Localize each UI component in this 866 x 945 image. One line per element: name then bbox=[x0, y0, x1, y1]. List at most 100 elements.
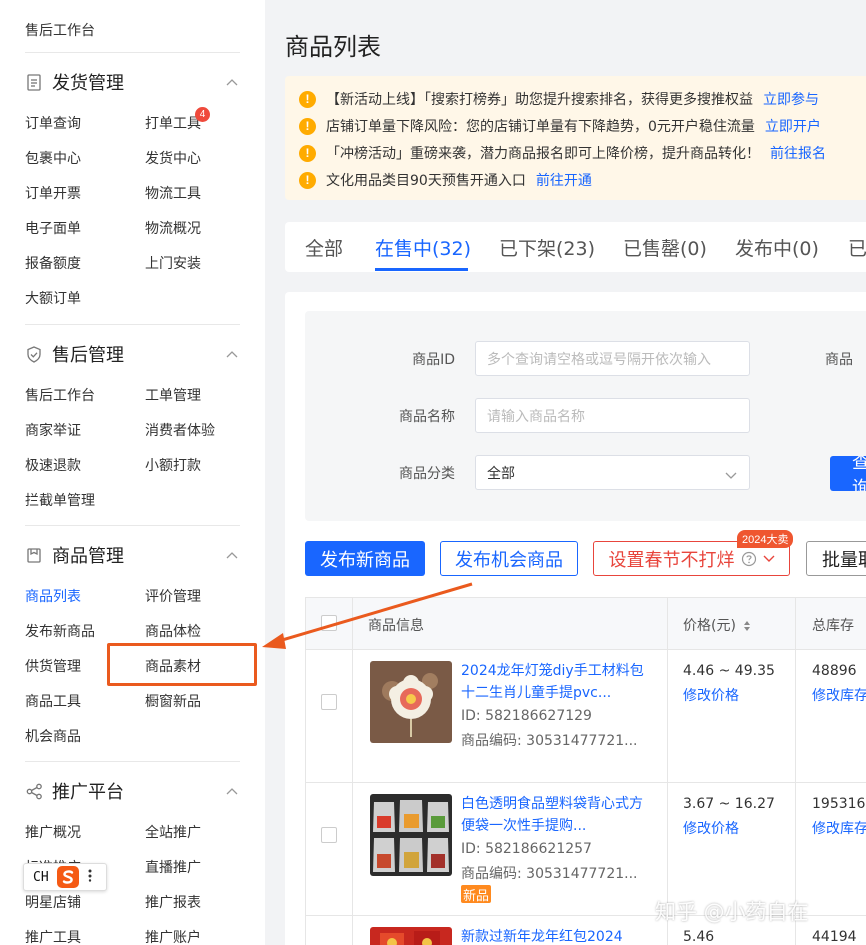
edit-price-link[interactable]: 修改价格 bbox=[683, 685, 739, 705]
ime-indicator[interactable]: CH bbox=[23, 863, 107, 891]
sidebar-item-promo-report[interactable]: 推广报表 bbox=[145, 892, 201, 912]
notice-link-enable[interactable]: 前往开通 bbox=[536, 170, 592, 190]
tab-on-sale[interactable]: 在售中(32) bbox=[375, 234, 471, 261]
batch-action-button[interactable]: 批量取 bbox=[806, 541, 866, 576]
sidebar: 售后工作台 发货管理 订单查询 打单工具 4 包裹中心 发货中心 订单开票 物流… bbox=[0, 0, 265, 945]
sidebar-item-promo-account[interactable]: 推广账户 bbox=[145, 927, 201, 945]
product-thumbnail-lantern[interactable] bbox=[370, 661, 452, 743]
sidebar-item-print-tool[interactable]: 打单工具 4 bbox=[145, 107, 210, 133]
notice-link-signup[interactable]: 前往报名 bbox=[770, 143, 826, 163]
product-name-link[interactable]: 新款过新年龙年红包2024 bbox=[461, 926, 646, 945]
sidebar-item-fast-refund[interactable]: 极速退款 bbox=[25, 455, 81, 475]
sogou-logo-icon bbox=[56, 866, 79, 888]
search-button[interactable]: 查询 bbox=[830, 456, 866, 491]
column-header-price[interactable]: 价格(元) bbox=[683, 615, 751, 635]
column-header-stock: 总库存 bbox=[812, 618, 854, 634]
chevron-up-icon[interactable] bbox=[224, 783, 240, 799]
sidebar-item-report-quota[interactable]: 报备额度 bbox=[25, 253, 81, 273]
product-stock: 48896 bbox=[812, 663, 857, 679]
filter-label-category: 商品分类 bbox=[399, 466, 455, 482]
section-header-shipping[interactable]: 发货管理 bbox=[25, 68, 240, 96]
product-code: 商品编码: 30531477721... bbox=[461, 866, 638, 882]
sidebar-item-product-list[interactable]: 商品列表 bbox=[25, 586, 81, 606]
sidebar-item-promo-tools[interactable]: 推广工具 bbox=[25, 927, 81, 945]
warning-icon: ! bbox=[299, 117, 316, 135]
tab-sold-out[interactable]: 已售罄(0) bbox=[623, 234, 707, 261]
product-thumbnail-bags[interactable] bbox=[370, 794, 452, 876]
sidebar-item-publish-product[interactable]: 发布新商品 bbox=[25, 621, 95, 641]
chevron-up-icon[interactable] bbox=[224, 74, 240, 90]
sidebar-item-package-center[interactable]: 包裹中心 bbox=[25, 148, 81, 168]
box-icon bbox=[25, 546, 43, 564]
sidebar-item-consumer-experience[interactable]: 消费者体验 bbox=[145, 420, 215, 440]
section-title-shipping: 发货管理 bbox=[52, 73, 124, 94]
sort-icon[interactable] bbox=[743, 620, 751, 632]
notice-banner: ! 【新活动上线】「搜索打榜券」助您提升搜索排名，获得更多搜推权益 立即参与 !… bbox=[285, 76, 866, 200]
sidebar-item-product-tools[interactable]: 商品工具 bbox=[25, 691, 81, 711]
section-header-aftersale[interactable]: 售后管理 bbox=[25, 340, 240, 368]
edit-price-link[interactable]: 修改价格 bbox=[683, 818, 739, 838]
section-header-product[interactable]: 商品管理 bbox=[25, 541, 240, 569]
highlight-box bbox=[107, 643, 257, 686]
sidebar-item-promo-overview[interactable]: 推广概况 bbox=[25, 822, 81, 842]
sidebar-item-ticket[interactable]: 工单管理 bbox=[145, 385, 201, 405]
sidebar-item-logistics-overview[interactable]: 物流概况 bbox=[145, 218, 201, 238]
row-checkbox[interactable] bbox=[321, 694, 337, 710]
chevron-up-icon[interactable] bbox=[224, 346, 240, 362]
tab-publishing[interactable]: 发布中(0) bbox=[735, 234, 819, 261]
table-header: 商品信息 价格(元) 总库存 bbox=[306, 598, 866, 650]
shield-check-icon bbox=[25, 345, 43, 363]
sidebar-item-site-promo[interactable]: 全站推广 bbox=[145, 822, 201, 842]
sidebar-item-intercept[interactable]: 拦截单管理 bbox=[25, 490, 95, 510]
sidebar-item-home-install[interactable]: 上门安装 bbox=[145, 253, 201, 273]
share-icon bbox=[25, 782, 43, 800]
sidebar-item-supply[interactable]: 供货管理 bbox=[25, 656, 81, 676]
publish-new-product-button[interactable]: 发布新商品 bbox=[305, 541, 425, 576]
more-options-icon[interactable] bbox=[87, 868, 93, 886]
select-all-checkbox[interactable] bbox=[321, 615, 337, 631]
sidebar-item-logistics-tool[interactable]: 物流工具 bbox=[145, 183, 201, 203]
sidebar-item-live-promo[interactable]: 直播推广 bbox=[145, 857, 201, 877]
section-header-promotion[interactable]: 推广平台 bbox=[25, 777, 240, 805]
sidebar-item-review[interactable]: 评价管理 bbox=[145, 586, 201, 606]
active-tab-indicator bbox=[375, 268, 468, 271]
sidebar-item-star-shop[interactable]: 明星店铺 bbox=[25, 892, 81, 912]
sidebar-item-invoice[interactable]: 订单开票 bbox=[25, 183, 81, 203]
product-price: 5.46 bbox=[683, 929, 715, 945]
sidebar-item-ship-center[interactable]: 发货中心 bbox=[145, 148, 201, 168]
publish-opportunity-button[interactable]: 发布机会商品 bbox=[440, 541, 578, 576]
category-select[interactable]: 全部 bbox=[475, 455, 750, 490]
product-name-input[interactable]: 请输入商品名称 bbox=[475, 398, 750, 433]
sidebar-item-window-new[interactable]: 橱窗新品 bbox=[145, 691, 201, 711]
section-title-product: 商品管理 bbox=[52, 546, 124, 567]
sidebar-item-aftersale-workbench-top[interactable]: 售后工作台 bbox=[25, 20, 95, 40]
edit-stock-link[interactable]: 修改库存 bbox=[812, 818, 866, 838]
notice-row: ! 「冲榜活动」重磅来袭，潜力商品报名即可上降价榜，提升商品转化！ 前往报名 bbox=[299, 143, 826, 163]
sidebar-item-merchant-evidence[interactable]: 商家举证 bbox=[25, 420, 81, 440]
sidebar-item-product-check[interactable]: 商品体检 bbox=[145, 621, 201, 641]
product-id-input[interactable]: 多个查询请空格或逗号隔开依次输入 bbox=[475, 341, 750, 376]
product-name-link[interactable]: 2024龙年灯笼diy手工材料包十二生肖儿童手提pvc... bbox=[461, 660, 646, 704]
tab-all[interactable]: 全部 bbox=[305, 234, 343, 261]
chevron-up-icon[interactable] bbox=[224, 547, 240, 563]
sidebar-item-aftersale-workbench[interactable]: 售后工作台 bbox=[25, 385, 95, 405]
tab-off-shelf[interactable]: 已下架(23) bbox=[499, 234, 595, 261]
column-divider bbox=[667, 598, 668, 945]
sidebar-item-large-order[interactable]: 大额订单 bbox=[25, 288, 81, 308]
sidebar-item-small-payment[interactable]: 小额打款 bbox=[145, 455, 201, 475]
divider bbox=[25, 52, 240, 53]
divider bbox=[25, 761, 240, 762]
product-thumbnail-redpacket[interactable] bbox=[370, 927, 452, 945]
sidebar-item-label: 打单工具 bbox=[145, 116, 201, 132]
edit-stock-link[interactable]: 修改库存 bbox=[812, 685, 866, 705]
sidebar-item-opportunity-product[interactable]: 机会商品 bbox=[25, 726, 81, 746]
tab-more[interactable]: 已 bbox=[848, 234, 866, 261]
row-checkbox[interactable] bbox=[321, 827, 337, 843]
product-name-link[interactable]: 白色透明食品塑料袋背心式方便袋一次性手提购... bbox=[461, 793, 646, 837]
sidebar-item-order-query[interactable]: 订单查询 bbox=[25, 113, 81, 133]
sidebar-item-e-waybill[interactable]: 电子面单 bbox=[25, 218, 81, 238]
promo-badge: 2024大卖 bbox=[737, 530, 794, 548]
product-price: 4.46 ~ 49.35 bbox=[683, 663, 775, 679]
notice-link-join[interactable]: 立即参与 bbox=[763, 89, 819, 109]
notice-link-open-account[interactable]: 立即开户 bbox=[765, 116, 821, 136]
